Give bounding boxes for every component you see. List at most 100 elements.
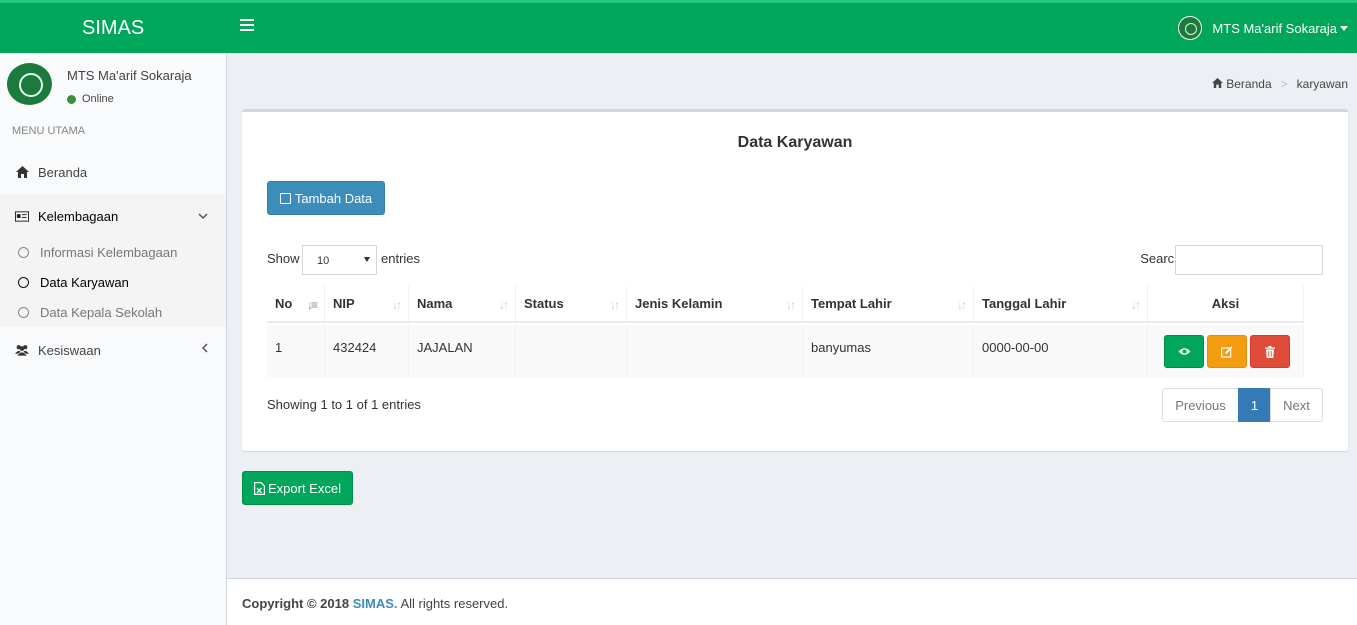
excel-file-icon [254,481,265,495]
table-info: Showing 1 to 1 of 1 entries [267,397,421,412]
next-page-button[interactable]: Next [1270,388,1323,422]
chevron-down-icon [198,209,208,223]
column-header-label: NIP [333,296,355,311]
cell-jenis-kelamin [627,325,803,377]
column-header-label: Tempat Lahir [811,296,892,311]
sidebar-item-label: Kelembagaan [38,208,119,224]
user-avatar [1178,16,1203,40]
sort-icon: ↓↑ [392,298,402,312]
footer: Copyright © 2018 SIMAS. All rights reser… [227,578,1357,625]
add-form-icon [279,192,291,204]
column-header-label: Tanggal Lahir [982,296,1067,311]
kelembagaan-submenu: Informasi Kelembagaan Data Karyawan Data… [0,238,226,327]
app-logo[interactable]: SIMAS [0,3,227,53]
column-header-label: Nama [417,296,453,311]
cell-tanggal-lahir: 0000-00-00 [974,325,1148,377]
cell-status [516,325,627,377]
table-row: 1 432424 JAJALAN banyumas 0000-00-00 [267,325,1304,377]
column-header-nip[interactable]: NIP ↓↑ [325,286,409,323]
cell-aksi [1148,325,1304,377]
column-header-label: No [275,296,293,311]
breadcrumb-home[interactable]: Beranda [1226,77,1271,91]
sidebar-item-beranda[interactable]: Beranda [0,150,226,194]
sidebar-item-kesiswaan[interactable]: Kesiswaan [0,328,226,372]
sidebar-item-kelembagaan[interactable]: Kelembagaan [0,194,226,238]
top-navbar: SIMAS MTS Ma'arif Sokaraja [0,0,1357,53]
menu-header: MENU UTAMA [12,125,86,137]
circle-icon [18,246,29,258]
id-card-icon [15,210,29,222]
sidebar: MTS Ma'arif Sokaraja Online MENU UTAMA B… [0,53,227,625]
search-input[interactable] [1175,245,1323,275]
breadcrumb-current: karyawan [1296,77,1348,91]
status-dot-icon [67,94,76,104]
column-header-status[interactable]: Status ↓↑ [516,286,627,323]
cell-no: 1 [267,325,325,377]
column-header-label: Aksi [1211,296,1240,311]
sidebar-item-label: Kesiswaan [38,342,101,358]
user-menu-name: MTS Ma'arif Sokaraja [1212,20,1337,36]
dropdown-arrow-icon [364,257,370,262]
circle-icon [18,276,29,288]
delete-button[interactable] [1250,335,1290,368]
page-title: Data Karyawan [737,134,853,151]
table-header-row: No ↓≡ NIP ↓↑ Nama ↓↑ Status ↓↑ Jenis Kelamin… [267,286,1304,323]
status-online: Online [67,93,114,105]
trash-icon [1265,345,1275,358]
sort-icon: ↓↑ [499,298,509,312]
current-page-button[interactable]: 1 [1238,388,1271,422]
column-header-tempat-lahir[interactable]: Tempat Lahir ↓↑ [803,286,974,323]
home-icon [1212,77,1224,91]
show-label: Show [267,251,300,266]
column-header-jenis-kelamin[interactable]: Jenis Kelamin ↓↑ [627,286,803,323]
column-header-tanggal-lahir[interactable]: Tanggal Lahir ↓↑ [974,286,1148,323]
edit-icon [1221,346,1233,358]
sidebar-subitem-label: Data Kepala Sekolah [40,304,163,320]
footer-copyright: Copyright © 2018 [242,596,350,611]
page-length-select[interactable]: 10 [302,245,377,275]
data-karyawan-box: Data Karyawan Tambah Data Show 10 entrie… [242,109,1348,451]
column-header-aksi: Aksi [1148,286,1304,323]
circle-icon [18,306,29,318]
breadcrumb: Beranda > karyawan [1212,77,1348,91]
tambah-data-label: Tambah Data [294,190,373,206]
export-excel-label: Export Excel [268,480,341,496]
school-logo-avatar [7,63,52,105]
status-label: Online [82,93,114,105]
sidebar-subitem-label: Informasi Kelembagaan [40,244,178,260]
sidebar-toggle-icon[interactable] [240,19,254,35]
caret-down-icon [1340,25,1348,31]
column-header-no[interactable]: No ↓≡ [267,286,325,323]
sidebar-subitem-data-kepala-sekolah[interactable]: Data Kepala Sekolah [0,297,226,327]
column-header-label: Jenis Kelamin [635,296,723,311]
cell-nip: 432424 [325,325,409,377]
column-header-label: Status [524,296,564,311]
breadcrumb-separator: > [1280,77,1288,91]
footer-brand-link[interactable]: SIMAS. [353,596,398,611]
previous-page-button[interactable]: Previous [1162,388,1239,422]
tambah-data-button[interactable]: Tambah Data [267,181,385,215]
cell-tempat-lahir: banyumas [803,325,974,377]
footer-rights: All rights reserved. [400,596,509,611]
sort-icon: ↓↑ [1131,298,1141,312]
view-button[interactable] [1164,335,1204,368]
cell-nama: JAJALAN [409,325,516,377]
sidebar-subitem-label: Data Karyawan [40,274,129,290]
sidebar-subitem-data-karyawan[interactable]: Data Karyawan [0,267,226,297]
user-menu[interactable]: MTS Ma'arif Sokaraja [1178,15,1348,41]
sidebar-item-label: Beranda [38,164,88,180]
home-icon [15,166,29,178]
sidebar-user-name: MTS Ma'arif Sokaraja [67,68,192,83]
page-length-value: 10 [317,255,330,267]
export-excel-button[interactable]: Export Excel [242,471,353,505]
pagination: Previous 1 Next [1162,388,1323,422]
sort-desc-icon: ↓≡ [306,298,318,312]
sort-icon: ↓↑ [610,298,620,312]
column-header-nama[interactable]: Nama ↓↑ [409,286,516,323]
sort-icon: ↓↑ [786,298,796,312]
eye-icon [1178,348,1190,355]
sort-icon: ↓↑ [957,298,967,312]
sidebar-subitem-informasi-kelembagaan[interactable]: Informasi Kelembagaan [0,237,226,267]
edit-button[interactable] [1207,335,1247,368]
chevron-left-icon [201,342,208,356]
